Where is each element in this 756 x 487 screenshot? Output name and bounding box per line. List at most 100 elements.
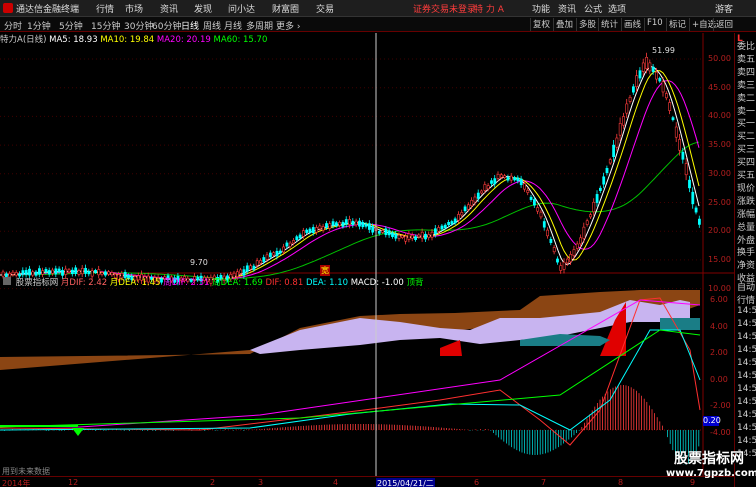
menu-zixun-right[interactable]: 资讯 bbox=[558, 2, 576, 15]
candle-body bbox=[315, 227, 319, 233]
candle-body bbox=[28, 268, 31, 276]
candle-body bbox=[341, 222, 345, 227]
menu-xuanxiang[interactable]: 选项 bbox=[608, 2, 626, 15]
candle-body bbox=[433, 228, 437, 235]
period-more[interactable]: 更多 › bbox=[276, 19, 300, 32]
candle-body bbox=[605, 168, 609, 174]
watermark-url: www.7gpzb.com bbox=[666, 468, 756, 479]
tool-huaxian[interactable]: 画线 bbox=[621, 18, 643, 31]
tool-f10[interactable]: F10 bbox=[644, 18, 665, 31]
candle-body bbox=[417, 234, 421, 238]
candle-body bbox=[618, 123, 622, 136]
menu-wenxiaoda[interactable]: 问小达 bbox=[228, 2, 255, 15]
menu-faxian[interactable]: 发现 bbox=[194, 2, 212, 15]
indicator-name[interactable]: 股票指标网 bbox=[16, 278, 59, 288]
candle-body bbox=[473, 196, 477, 203]
tool-fanhui[interactable]: 返回 bbox=[713, 18, 735, 31]
candle-body bbox=[34, 271, 38, 276]
period-weekly[interactable]: 周线 bbox=[203, 19, 221, 32]
menu-jiaoyi[interactable]: 交易 bbox=[316, 2, 334, 15]
candle-body bbox=[499, 174, 503, 178]
candle-body bbox=[526, 189, 530, 193]
panel-field-label: 涨跌 bbox=[737, 196, 756, 207]
menu-zixun[interactable]: 资讯 bbox=[160, 2, 178, 15]
period-30min[interactable]: 30分钟 bbox=[124, 19, 153, 32]
candle-body bbox=[318, 225, 322, 230]
candle-body bbox=[664, 93, 668, 99]
candle-body bbox=[268, 252, 272, 258]
login-notice[interactable]: 证券交易未登录 bbox=[413, 2, 476, 15]
period-5min[interactable]: 5分钟 bbox=[59, 19, 83, 32]
candle-body bbox=[691, 191, 695, 205]
period-15min[interactable]: 15分钟 bbox=[91, 19, 120, 32]
price-tick-label: 40.00 bbox=[708, 111, 731, 121]
indicator-tick-label: 0.00 bbox=[710, 374, 728, 384]
tool-duogu[interactable]: 多股 bbox=[576, 18, 598, 31]
time-tick: 7 bbox=[541, 478, 547, 487]
min-price-label: 9.70 bbox=[190, 258, 208, 267]
stock-name-title: 特 力 A bbox=[474, 5, 504, 15]
time-tick: 8 bbox=[618, 478, 624, 487]
menu-gongneng[interactable]: 功能 bbox=[532, 2, 550, 15]
time-tick: 4 bbox=[333, 478, 339, 487]
user-label[interactable]: 游客 bbox=[715, 2, 733, 15]
candle-body bbox=[400, 235, 404, 238]
period-60min[interactable]: 60分钟 bbox=[152, 19, 181, 32]
tool-tongji[interactable]: 统计 bbox=[598, 18, 620, 31]
teal-band-2 bbox=[660, 318, 700, 330]
indicator-tick-label: 2.00 bbox=[710, 348, 728, 357]
menu-caifuquan[interactable]: 财富圈 bbox=[272, 2, 299, 15]
chart-title: 特力A(日线) bbox=[0, 35, 47, 45]
menu-shichang[interactable]: 市场 bbox=[125, 2, 143, 15]
candle-body bbox=[509, 175, 513, 181]
panel-tick-time: 14:5 bbox=[737, 436, 756, 446]
candle-body bbox=[308, 228, 312, 233]
period-fenshi[interactable]: 分时 bbox=[4, 19, 22, 32]
indicator-settings-icon[interactable] bbox=[3, 277, 11, 285]
candle-body bbox=[94, 269, 97, 273]
menu-gongshi[interactable]: 公式 bbox=[584, 2, 602, 15]
time-tick: 3 bbox=[258, 478, 264, 487]
candle-body bbox=[21, 270, 25, 275]
period-monthly[interactable]: 月线 bbox=[224, 19, 242, 32]
candle-body bbox=[645, 56, 649, 69]
time-axis: 2014年 12 2 3 4 2015/04/21/二 6 7 8 9 bbox=[0, 476, 734, 487]
indicator-tick-label: -2.00 bbox=[710, 401, 731, 410]
chart-marker[interactable]: 宽 bbox=[320, 265, 330, 276]
candle-body bbox=[598, 187, 602, 191]
panel-tick-time: 14:5 bbox=[737, 423, 756, 433]
candle-body bbox=[61, 270, 64, 276]
candle-body bbox=[239, 269, 243, 274]
period-1min[interactable]: 1分钟 bbox=[27, 19, 51, 32]
candle-body bbox=[658, 78, 662, 82]
menu-hangqing[interactable]: 行情 bbox=[96, 2, 114, 15]
candle-body bbox=[245, 265, 249, 272]
candle-body bbox=[305, 229, 309, 233]
candle-body bbox=[595, 194, 599, 203]
candle-body bbox=[430, 231, 434, 238]
candle-body bbox=[41, 270, 45, 275]
candle-body bbox=[437, 227, 441, 232]
legend-macd: MACD: -1.00 bbox=[350, 278, 404, 288]
app-name: 通达信金融终端 bbox=[16, 5, 80, 15]
candle-body bbox=[288, 242, 292, 247]
period-daily[interactable]: 日线 bbox=[181, 19, 199, 32]
candle-body bbox=[575, 243, 579, 249]
candle-body bbox=[259, 260, 262, 264]
candle-body bbox=[57, 268, 61, 273]
grid-lines bbox=[0, 58, 703, 290]
candle-body bbox=[87, 270, 91, 275]
tool-diejia[interactable]: 叠加 bbox=[553, 18, 575, 31]
period-multi[interactable]: 多周期 bbox=[246, 19, 273, 32]
price-tick-label: 50.00 bbox=[708, 54, 731, 63]
kline-chart[interactable] bbox=[0, 33, 734, 476]
candle-body bbox=[579, 237, 583, 245]
candle-body bbox=[97, 269, 101, 276]
candle-body bbox=[612, 144, 616, 158]
candle-body bbox=[107, 271, 111, 275]
price-tick-label: 15.00 bbox=[708, 254, 731, 264]
tool-fuquan[interactable]: 复权 bbox=[530, 18, 552, 31]
tool-biaoji[interactable]: 标记 bbox=[666, 18, 688, 31]
app-logo-icon bbox=[3, 3, 13, 13]
price-tick-label: 25.00 bbox=[708, 197, 731, 207]
